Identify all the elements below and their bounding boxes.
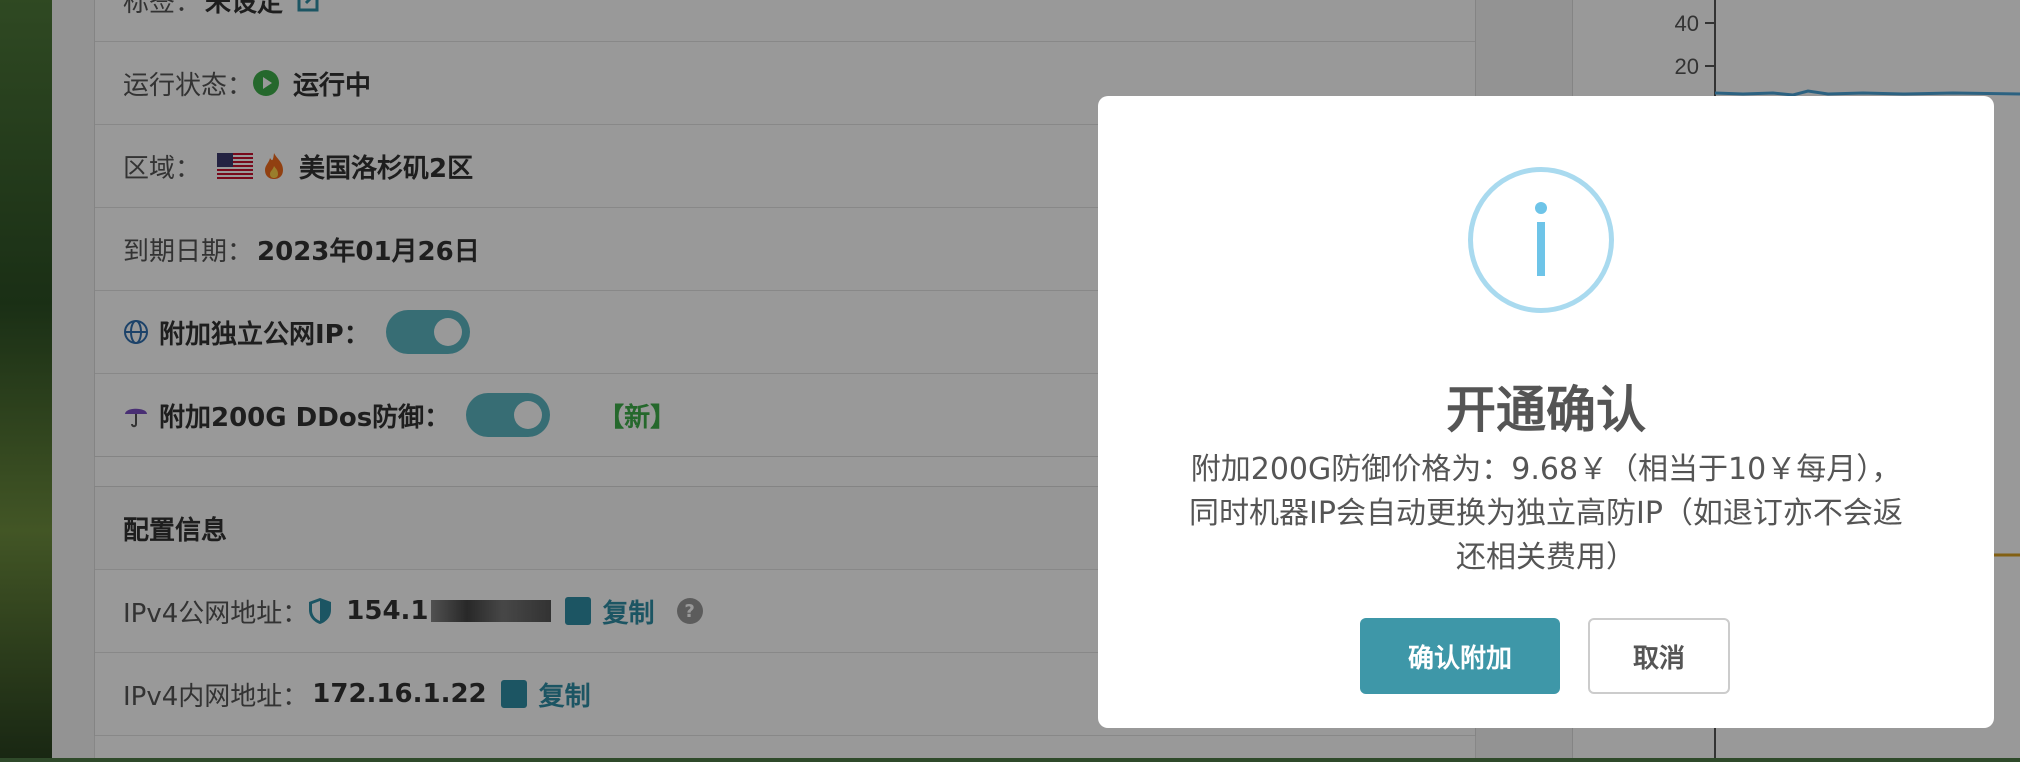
dialog-message: 附加200G防御价格为：9.68￥（相当于10￥每月），同时机器IP会自动更换为…: [1189, 452, 1903, 575]
dialog-title: 开通确认: [1446, 381, 1646, 439]
info-icon: [1468, 167, 1614, 313]
confirm-dialog: 开通确认 附加200G防御价格为：9.68￥（相当于10￥每月），同时机器IP会…: [1098, 96, 1994, 728]
confirm-add-button[interactable]: 确认附加: [1360, 618, 1560, 694]
cancel-button[interactable]: 取消: [1588, 618, 1730, 694]
